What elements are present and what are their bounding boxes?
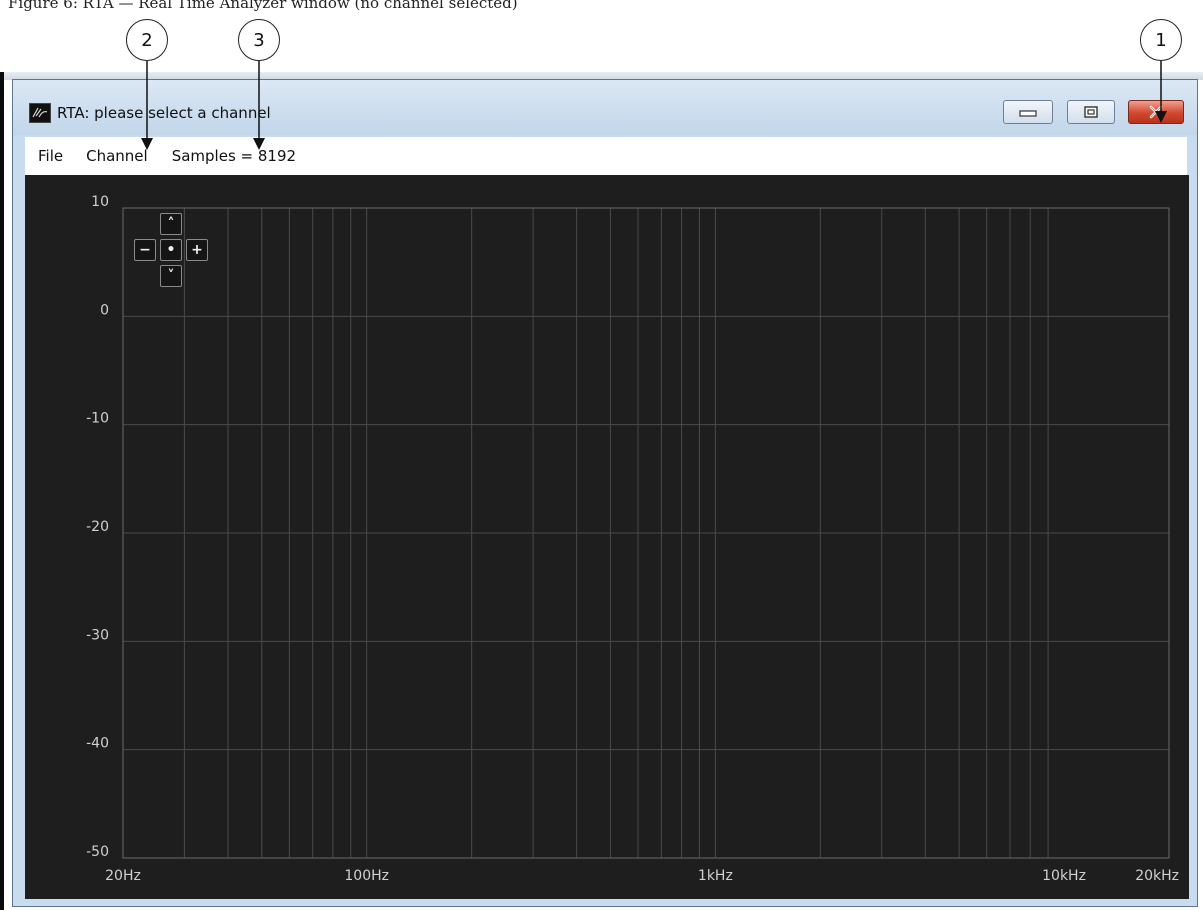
zoom-pan-control: ˄ − • + ˅ (120, 211, 210, 301)
caption-fragment: Figure 6: RTA — Real Time Analyzer windo… (8, 0, 518, 12)
minus-icon: − (139, 242, 151, 258)
close-button[interactable] (1128, 100, 1184, 124)
app-logo-icon-graphic (32, 107, 48, 118)
callout-3: 3 (238, 19, 280, 61)
menu-bar: File Channel Samples = 8192 (25, 137, 1187, 175)
maximize-button[interactable] (1067, 100, 1115, 124)
y-tick-label: 0 (100, 302, 109, 318)
dot-icon: • (166, 242, 176, 258)
y-tick-label: -10 (86, 411, 109, 427)
rta-window: RTA: please select a channel File Channe… (12, 79, 1198, 907)
rta-plot-area[interactable]: 10 0 -10 -20 -30 -40 -50 20Hz 100Hz 1kHz 10kHz 20kH… (25, 175, 1189, 899)
menu-file[interactable]: File (25, 147, 63, 165)
x-tick-label: 20Hz (105, 868, 141, 884)
x-tick-label: 20kHz (1135, 868, 1179, 884)
window-title: RTA: please select a channel (57, 104, 271, 122)
restore-icon (1084, 106, 1098, 118)
app-logo-icon (29, 103, 51, 123)
y-tick-label: -40 (86, 736, 109, 752)
zoom-out-button[interactable]: − (134, 239, 156, 261)
x-tick-label: 10kHz (1042, 868, 1086, 884)
y-tick-label: 10 (91, 194, 109, 210)
minimize-icon (1019, 110, 1037, 117)
title-bar[interactable]: RTA: please select a channel (13, 80, 1197, 135)
y-tick-label: -30 (86, 627, 109, 643)
plus-icon: + (191, 242, 203, 258)
callout-1: 1 (1140, 19, 1182, 61)
y-tick-label: -50 (86, 844, 109, 860)
callout-2: 2 (126, 19, 168, 61)
zoom-in-button[interactable]: + (186, 239, 208, 261)
minimize-button[interactable] (1003, 100, 1053, 124)
callout-1-number: 1 (1155, 29, 1167, 51)
close-icon (1149, 105, 1163, 119)
reset-view-button[interactable]: • (160, 239, 182, 261)
background-edge (0, 72, 4, 910)
x-tick-label: 1kHz (698, 868, 733, 884)
pan-down-button[interactable]: ˅ (160, 265, 182, 287)
pan-up-button[interactable]: ˄ (160, 213, 182, 235)
callout-3-number: 3 (253, 29, 265, 51)
callout-2-number: 2 (141, 29, 153, 51)
chevron-up-icon: ˄ (167, 216, 175, 232)
screenshot-stage: Figure 6: RTA — Real Time Analyzer windo… (0, 0, 1203, 910)
y-tick-label: -20 (86, 519, 109, 535)
x-tick-label: 100Hz (344, 868, 389, 884)
samples-readout[interactable]: Samples = 8192 (158, 147, 296, 165)
chevron-down-icon: ˅ (167, 268, 175, 284)
menu-channel[interactable]: Channel (73, 147, 148, 165)
